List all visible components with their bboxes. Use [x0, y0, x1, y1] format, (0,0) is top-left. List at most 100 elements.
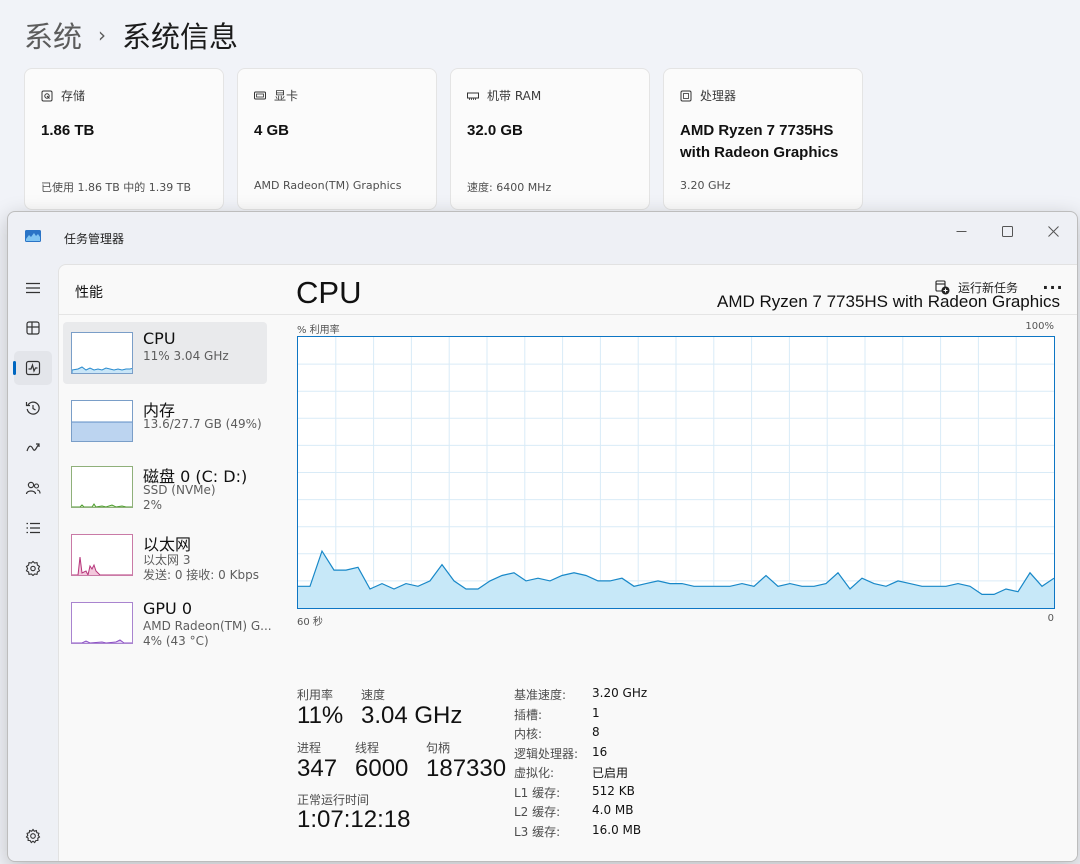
x-axis-left-label: 60 秒: [297, 613, 323, 628]
perf-item-ethernet-line2: 发送: 0 接收: 0 Kbps: [143, 566, 259, 583]
cpu-utilization-graph: [297, 336, 1055, 609]
chart-grid: [298, 337, 1054, 608]
ram-card[interactable]: 机带 RAM 32.0 GB 速度: 6400 MHz: [450, 68, 650, 210]
gpu-value: 4 GB: [254, 120, 420, 142]
nav-users[interactable]: [14, 471, 52, 505]
maximize-icon: [1002, 226, 1013, 237]
threads-label: 线程: [355, 739, 379, 756]
spec-key: 基准速度:: [514, 686, 566, 703]
maximize-button[interactable]: [984, 216, 1030, 246]
handles-label: 句柄: [426, 739, 450, 756]
spec-value: 8: [592, 725, 600, 739]
processor-value-line1: AMD Ryzen 7 7735HS: [680, 120, 846, 142]
minimize-icon: [956, 226, 967, 237]
startup-apps-icon: [25, 440, 41, 456]
storage-value: 1.86 TB: [41, 120, 207, 142]
page-header-title: 性能: [75, 282, 103, 302]
performance-page: 性能 运行新任务 ··· CPU 11% 3.04 GHz 内存: [58, 264, 1078, 862]
processor-card[interactable]: 处理器 AMD Ryzen 7 7735HS with Radeon Graph…: [663, 68, 863, 210]
nav-app-history[interactable]: [14, 391, 52, 425]
y-axis-label: % 利用率: [297, 321, 340, 336]
processor-sub: 3.20 GHz: [680, 179, 731, 192]
nav-rail: [8, 264, 58, 862]
disk-thumbnail: [71, 466, 133, 508]
ethernet-thumbnail: [71, 534, 133, 576]
processes-icon: [25, 320, 41, 336]
storage-card[interactable]: 存储 1.86 TB 已使用 1.86 TB 中的 1.39 TB: [24, 68, 224, 210]
perf-item-disk-line2: 2%: [143, 498, 162, 512]
ram-sub: 速度: 6400 MHz: [467, 179, 551, 195]
spec-key: 内核:: [514, 725, 542, 742]
gpu-card[interactable]: 显卡 4 GB AMD Radeon(TM) Graphics: [237, 68, 437, 210]
services-icon: [25, 560, 41, 576]
perf-item-memory[interactable]: 内存 13.6/27.7 GB (49%): [63, 390, 267, 452]
cpu-thumbnail-graph: [72, 333, 133, 374]
perf-item-cpu-name: CPU: [143, 329, 176, 348]
memory-thumbnail: [71, 400, 133, 442]
perf-item-disk-line1: SSD (NVMe): [143, 483, 216, 497]
users-icon: [25, 480, 41, 496]
perf-item-disk[interactable]: 磁盘 0 (C: D:) SSD (NVMe) 2%: [63, 456, 267, 518]
performance-icon: [25, 360, 41, 376]
ethernet-thumbnail-graph: [72, 535, 133, 576]
close-button[interactable]: [1030, 216, 1076, 246]
perf-item-gpu[interactable]: GPU 0 AMD Radeon(TM) G... 4% (43 °C): [63, 592, 267, 654]
cpu-thumbnail: [71, 332, 133, 374]
memory-thumbnail-graph: [72, 401, 133, 442]
nav-details[interactable]: [14, 511, 52, 545]
x-axis-right-label: 0: [1048, 613, 1054, 624]
minimize-button[interactable]: [938, 216, 984, 246]
settings-icon: [25, 828, 41, 844]
ram-icon: [467, 90, 479, 102]
ram-value: 32.0 GB: [467, 120, 633, 142]
spec-value: 3.20 GHz: [592, 686, 647, 700]
perf-item-gpu-name: GPU 0: [143, 599, 192, 618]
storage-icon: [41, 90, 53, 102]
perf-item-cpu-line1: 11% 3.04 GHz: [143, 349, 229, 363]
threads-value: 6000: [355, 755, 408, 783]
ram-label: 机带 RAM: [487, 87, 541, 104]
perf-item-gpu-line2: 4% (43 °C): [143, 634, 209, 648]
task-manager-app-icon: [25, 230, 41, 242]
storage-sub: 已使用 1.86 TB 中的 1.39 TB: [41, 179, 191, 195]
nav-performance[interactable]: [14, 351, 52, 385]
perf-item-cpu[interactable]: CPU 11% 3.04 GHz: [63, 322, 267, 384]
gpu-sub: AMD Radeon(TM) Graphics: [254, 179, 401, 192]
spec-key: 虚拟化:: [514, 764, 554, 781]
perf-item-gpu-line1: AMD Radeon(TM) G...: [143, 619, 272, 633]
title-bar[interactable]: 任务管理器: [8, 212, 1077, 264]
processor-label: 处理器: [700, 87, 736, 104]
gpu-thumbnail-graph: [72, 603, 133, 644]
window-title: 任务管理器: [64, 230, 124, 247]
processor-value-line2: with Radeon Graphics: [680, 142, 846, 164]
disk-thumbnail-graph: [72, 467, 133, 508]
processes-value: 347: [297, 755, 337, 783]
display-adapter-icon: [254, 90, 266, 102]
gpu-label: 显卡: [274, 87, 298, 104]
nav-menu-toggle[interactable]: [14, 271, 52, 305]
app-history-icon: [25, 400, 41, 416]
nav-processes[interactable]: [14, 311, 52, 345]
cpu-utilization-chart: [298, 337, 1054, 608]
utilization-label: 利用率: [297, 686, 333, 703]
perf-item-ethernet[interactable]: 以太网 以太网 3 发送: 0 接收: 0 Kbps: [63, 524, 267, 586]
spec-key: L1 缓存:: [514, 784, 560, 801]
processes-label: 进程: [297, 739, 321, 756]
processor-icon: [680, 90, 692, 102]
nav-services[interactable]: [14, 551, 52, 585]
breadcrumb-separator: ›: [98, 23, 106, 47]
nav-startup-apps[interactable]: [14, 431, 52, 465]
spec-key: 逻辑处理器:: [514, 745, 578, 762]
task-manager-window: 任务管理器: [7, 211, 1078, 862]
spec-value: 1: [592, 706, 600, 720]
spec-value: 16: [592, 745, 607, 759]
spec-value: 16.0 MB: [592, 823, 641, 837]
storage-label: 存储: [61, 87, 85, 104]
page-title: 系统信息: [122, 14, 238, 56]
spec-key: 插槽:: [514, 706, 542, 723]
speed-value: 3.04 GHz: [361, 702, 462, 730]
nav-settings[interactable]: [14, 819, 52, 853]
spec-key: L3 缓存:: [514, 823, 560, 840]
y-axis-max: 100%: [1025, 321, 1054, 332]
breadcrumb-parent[interactable]: 系统: [24, 14, 82, 56]
